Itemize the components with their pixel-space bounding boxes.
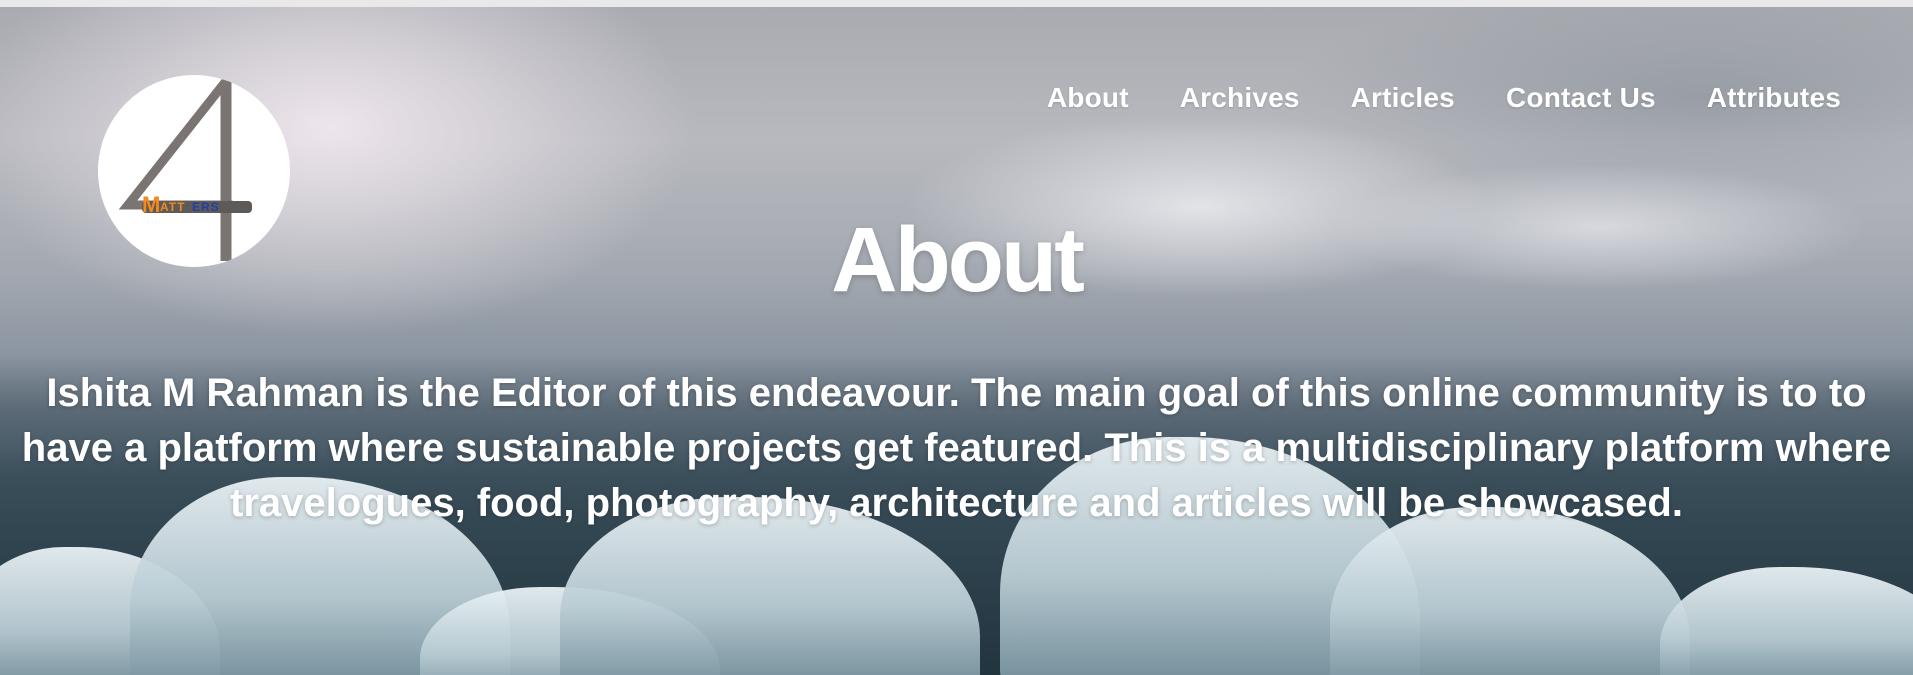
nav-link-contact-us[interactable]: Contact Us (1506, 82, 1656, 114)
about-description: Ishita M Rahman is the Editor of this en… (21, 371, 1892, 525)
nav-link-attributes[interactable]: Attributes (1707, 82, 1841, 114)
nav-link-about[interactable]: About (1047, 82, 1129, 114)
top-strip (0, 0, 1913, 7)
nav-link-archives[interactable]: Archives (1180, 82, 1300, 114)
page-title: About (831, 209, 1085, 311)
nav-link-articles[interactable]: Articles (1351, 82, 1455, 114)
main-nav: About Archives Articles Contact Us Attri… (996, 82, 1841, 114)
